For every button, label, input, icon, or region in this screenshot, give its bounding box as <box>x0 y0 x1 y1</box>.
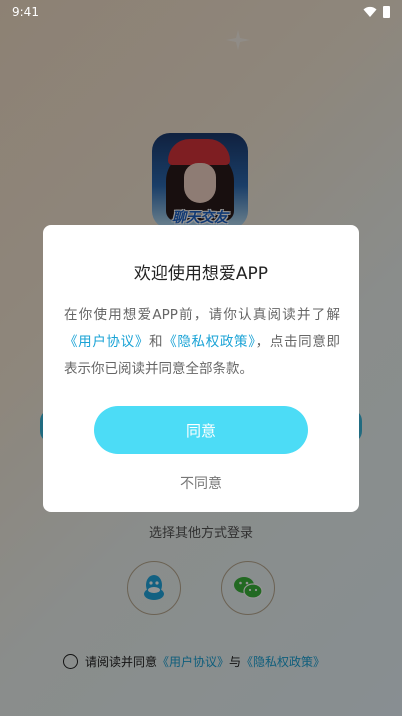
dialog-body-prefix: 在你使用想爱APP前，请你认真阅读并了解 <box>64 307 340 323</box>
battery-icon <box>383 6 390 18</box>
privacy-dialog: 欢迎使用想爱APP 在你使用想爱APP前，请你认真阅读并了解《用户协议》和《隐私… <box>43 225 359 512</box>
dialog-user-agreement-link[interactable]: 《用户协议》 <box>64 334 149 350</box>
agree-button[interactable]: 同意 <box>94 406 308 454</box>
status-bar: 9:41 <box>0 0 402 24</box>
disagree-button[interactable]: 不同意 <box>43 473 359 493</box>
dialog-body: 在你使用想爱APP前，请你认真阅读并了解《用户协议》和《隐私权政策》，点击同意即… <box>64 302 340 383</box>
dialog-privacy-policy-link[interactable]: 《隐私权政策》 <box>163 334 255 350</box>
status-icons <box>363 6 390 18</box>
wifi-icon <box>363 6 377 17</box>
screen: 9:41 聊天交友 选择其他方式登录 请阅读并同意 《用户协议》 与 《隐私权政… <box>0 0 402 716</box>
dialog-and: 和 <box>149 334 164 350</box>
status-time: 9:41 <box>12 5 39 19</box>
dialog-title: 欢迎使用想爱APP <box>133 264 269 284</box>
